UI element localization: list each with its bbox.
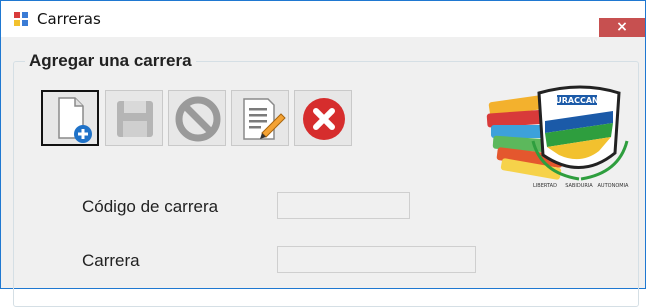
carrera-field[interactable] — [277, 246, 476, 273]
edit-icon — [243, 98, 286, 140]
new-icon — [58, 97, 92, 143]
client-area: Agregar una carrera URACCAN LIBERTAD SAB… — [1, 37, 645, 307]
app-icon — [14, 12, 28, 26]
cancel-button[interactable] — [168, 90, 226, 146]
delete-icon — [303, 98, 345, 140]
save-icon — [117, 101, 153, 137]
group-title: Agregar una carrera — [25, 51, 196, 71]
new-button[interactable] — [41, 90, 99, 146]
save-button[interactable] — [105, 90, 163, 146]
carrera-label: Carrera — [82, 251, 140, 270]
codigo-field[interactable] — [277, 192, 410, 219]
close-button[interactable]: × — [599, 18, 645, 37]
logo-word-2: SABIDURIA — [565, 183, 593, 189]
codigo-label: Código de carrera — [82, 197, 219, 216]
svg-text:URACCAN: URACCAN — [555, 96, 598, 105]
uraccan-logo: URACCAN LIBERTAD SABIDURIA AUTONOMIA — [486, 85, 630, 189]
edit-button[interactable] — [231, 90, 289, 146]
logo-word-1: LIBERTAD — [533, 183, 557, 189]
logo-word-3: AUTONOMIA — [598, 183, 630, 189]
window-title: Carreras — [37, 10, 101, 28]
title-bar: Carreras × — [1, 1, 645, 37]
delete-button[interactable] — [294, 90, 352, 146]
cancel-icon — [175, 96, 221, 142]
window: Carreras × Agregar una carrera URACCAN L… — [0, 0, 646, 307]
